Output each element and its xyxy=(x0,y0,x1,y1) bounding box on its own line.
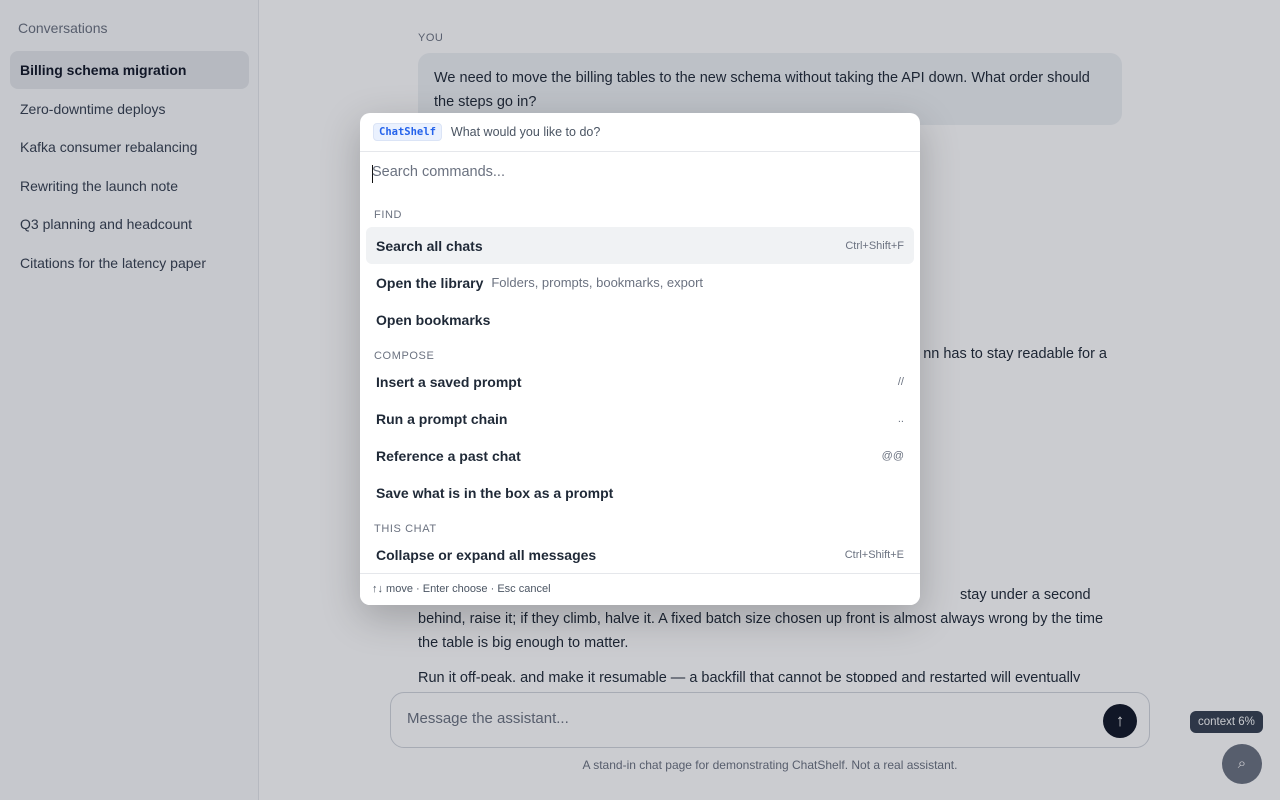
command-collapse-expand-messages[interactable]: Collapse or expand all messages Ctrl+Shi… xyxy=(366,536,914,573)
command-shortcut: .. xyxy=(897,412,904,425)
group-title-this-chat: THIS CHAT xyxy=(374,523,437,535)
command-label: Search all chats xyxy=(376,237,483,254)
palette-header: ChatShelf What would you like to do? xyxy=(360,113,920,152)
palette-footer-hint: ↑↓ move · Enter choose · Esc cancel xyxy=(360,573,920,605)
command-label: Save what is in the box as a prompt xyxy=(376,484,614,501)
command-reference-past-chat[interactable]: Reference a past chat @@ xyxy=(366,437,914,474)
command-label: Insert a saved prompt xyxy=(376,373,522,390)
command-save-box-as-prompt[interactable]: Save what is in the box as a prompt xyxy=(366,474,914,511)
command-open-library[interactable]: Open the library Folders, prompts, bookm… xyxy=(366,264,914,301)
group-title-find: FIND xyxy=(374,209,403,221)
command-palette: ChatShelf What would you like to do? FIN… xyxy=(360,113,920,605)
command-search-all-chats[interactable]: Search all chats Ctrl+Shift+F xyxy=(366,227,914,264)
command-label: Collapse or expand all messages xyxy=(376,546,597,563)
command-label: Run a prompt chain xyxy=(376,410,508,427)
command-shortcut: // xyxy=(897,375,904,388)
command-shortcut: Ctrl+Shift+E xyxy=(844,548,904,561)
command-label: Reference a past chat xyxy=(376,447,521,464)
chatshelf-badge: ChatShelf xyxy=(373,123,442,141)
command-shortcut: Ctrl+Shift+F xyxy=(845,239,904,252)
command-run-prompt-chain[interactable]: Run a prompt chain .. xyxy=(366,400,914,437)
palette-search xyxy=(360,152,920,194)
command-label: Open the library xyxy=(376,274,484,291)
command-hint: Folders, prompts, bookmarks, export xyxy=(491,275,704,290)
command-open-bookmarks[interactable]: Open bookmarks xyxy=(366,301,914,338)
command-insert-saved-prompt[interactable]: Insert a saved prompt // xyxy=(366,363,914,400)
palette-prompt: What would you like to do? xyxy=(450,125,601,139)
group-title-compose: COMPOSE xyxy=(374,350,435,362)
command-search-input[interactable] xyxy=(372,164,892,180)
command-shortcut: @@ xyxy=(881,449,904,462)
command-label: Open bookmarks xyxy=(376,311,491,328)
command-list: FIND Search all chats Ctrl+Shift+F Open … xyxy=(360,194,920,573)
